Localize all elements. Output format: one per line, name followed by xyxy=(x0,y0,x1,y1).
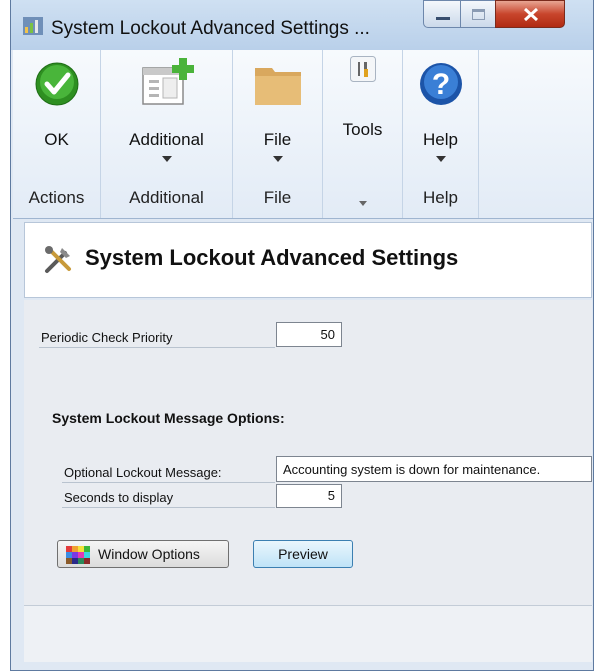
maximize-icon xyxy=(472,9,485,20)
chevron-down-icon xyxy=(435,156,446,162)
ribbon-group-additional: Additional Additional xyxy=(101,50,233,218)
dialog-window: System Lockout Advanced Settings ... OK xyxy=(10,0,594,671)
seconds-to-display-input[interactable]: 5 xyxy=(276,484,342,508)
file-button[interactable]: File xyxy=(233,50,322,180)
ribbon-group-tools: Tools xyxy=(323,50,403,218)
lockout-message-label: Optional Lockout Message: xyxy=(64,465,222,480)
group-label-actions: Actions xyxy=(28,188,85,207)
preview-button[interactable]: Preview xyxy=(253,540,353,568)
app-icon xyxy=(23,17,43,35)
tools-button[interactable]: Tools xyxy=(323,50,402,180)
label-underline xyxy=(62,482,275,483)
close-icon xyxy=(523,7,539,22)
periodic-check-priority-label: Periodic Check Priority xyxy=(41,330,173,345)
group-expand-icon[interactable] xyxy=(358,201,367,206)
title-bar: System Lockout Advanced Settings ... xyxy=(11,0,593,50)
help-button[interactable]: ? Help xyxy=(403,50,478,180)
seconds-to-display-value: 5 xyxy=(327,488,335,503)
lockout-message-input[interactable]: Accounting system is down for maintenanc… xyxy=(276,456,592,482)
file-label: File xyxy=(263,130,292,149)
ok-checkmark-icon xyxy=(35,62,79,106)
minimize-button[interactable] xyxy=(423,0,461,28)
settings-panel: Periodic Check Priority 50 System Lockou… xyxy=(24,300,592,605)
label-underline xyxy=(62,507,275,508)
group-label-additional: Additional xyxy=(129,188,204,207)
add-window-icon xyxy=(142,58,194,105)
folder-icon xyxy=(255,68,301,105)
ok-button[interactable]: OK xyxy=(13,50,100,180)
color-palette-icon xyxy=(66,546,90,564)
status-bar xyxy=(24,605,592,662)
chevron-down-icon xyxy=(272,156,283,162)
label-underline xyxy=(39,347,275,348)
window-options-button[interactable]: Window Options xyxy=(57,540,229,568)
close-button[interactable] xyxy=(495,0,565,28)
maximize-button[interactable] xyxy=(460,0,496,28)
tools-icon xyxy=(350,56,376,82)
tools-label: Tools xyxy=(342,120,383,139)
ok-label: OK xyxy=(44,130,69,149)
ribbon-group-file: File File xyxy=(233,50,323,218)
ribbon: OK Actions Additional Additional File Fi… xyxy=(13,50,593,219)
window-title: System Lockout Advanced Settings ... xyxy=(51,18,370,39)
page-header: System Lockout Advanced Settings xyxy=(24,222,592,298)
page-title: System Lockout Advanced Settings xyxy=(85,245,459,270)
svg-text:?: ? xyxy=(432,68,450,101)
lockout-message-value: Accounting system is down for maintenanc… xyxy=(283,462,541,477)
section-title: System Lockout Message Options: xyxy=(52,410,285,426)
minimize-icon xyxy=(436,17,450,20)
periodic-check-priority-value: 50 xyxy=(320,327,335,342)
additional-label: Additional xyxy=(129,130,204,149)
chevron-down-icon xyxy=(161,156,172,162)
periodic-check-priority-input[interactable]: 50 xyxy=(276,322,342,347)
help-icon: ? xyxy=(420,63,462,105)
group-label-help: Help xyxy=(423,188,458,207)
additional-button[interactable]: Additional xyxy=(101,50,232,180)
seconds-to-display-label: Seconds to display xyxy=(64,490,174,505)
preview-label: Preview xyxy=(278,546,328,562)
window-options-label: Window Options xyxy=(98,546,200,562)
group-label-file: File xyxy=(263,188,292,207)
ribbon-group-help: ? Help Help xyxy=(403,50,479,218)
help-label: Help xyxy=(423,130,458,149)
ribbon-group-actions: OK Actions xyxy=(13,50,101,218)
settings-tools-icon xyxy=(45,246,71,273)
